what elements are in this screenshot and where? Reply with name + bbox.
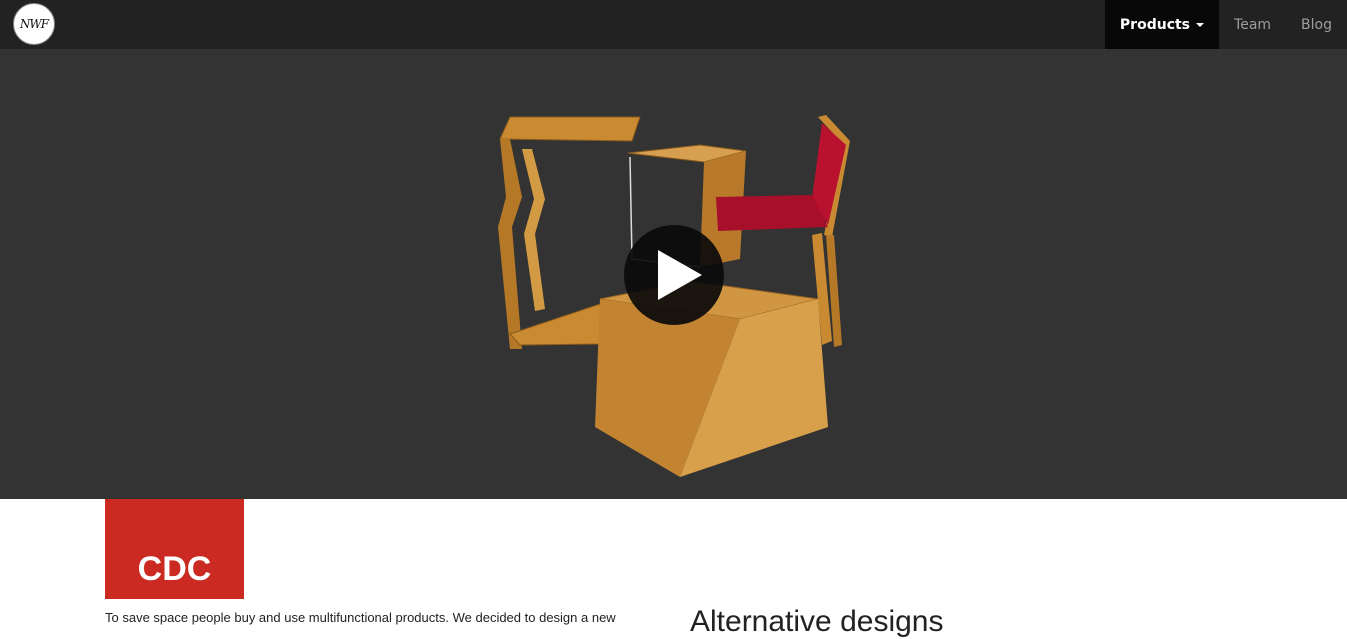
hero-video[interactable]	[0, 49, 1347, 499]
product-title: CDC	[137, 550, 212, 588]
product-intro-text: To save space people buy and use multifu…	[105, 610, 616, 625]
side-table-glass-edge	[629, 156, 633, 260]
nav-item-label: Blog	[1301, 16, 1332, 33]
nav-item-blog[interactable]: Blog	[1286, 0, 1347, 49]
product-title-badge: CDC	[105, 499, 244, 599]
frame-top-shelf	[499, 116, 641, 142]
nav-item-products[interactable]: Products	[1104, 0, 1220, 49]
nav-item-label: Team	[1234, 16, 1272, 33]
logo-icon[interactable]: NWF	[13, 3, 55, 45]
play-button[interactable]	[624, 225, 724, 325]
logo-text: NWF	[19, 17, 49, 31]
frame-inner-leg	[522, 149, 545, 311]
nav-item-team[interactable]: Team	[1219, 0, 1286, 49]
frame-left-leg	[498, 139, 522, 349]
nav-item-label: Products	[1119, 16, 1191, 33]
caret-down-icon	[1196, 22, 1205, 27]
alternative-designs-heading: Alternative designs	[690, 605, 944, 638]
chair-seat	[716, 195, 828, 231]
main-nav: Products Team Blog	[1104, 0, 1347, 49]
top-navbar: NWF Products Team Blog	[0, 0, 1347, 50]
